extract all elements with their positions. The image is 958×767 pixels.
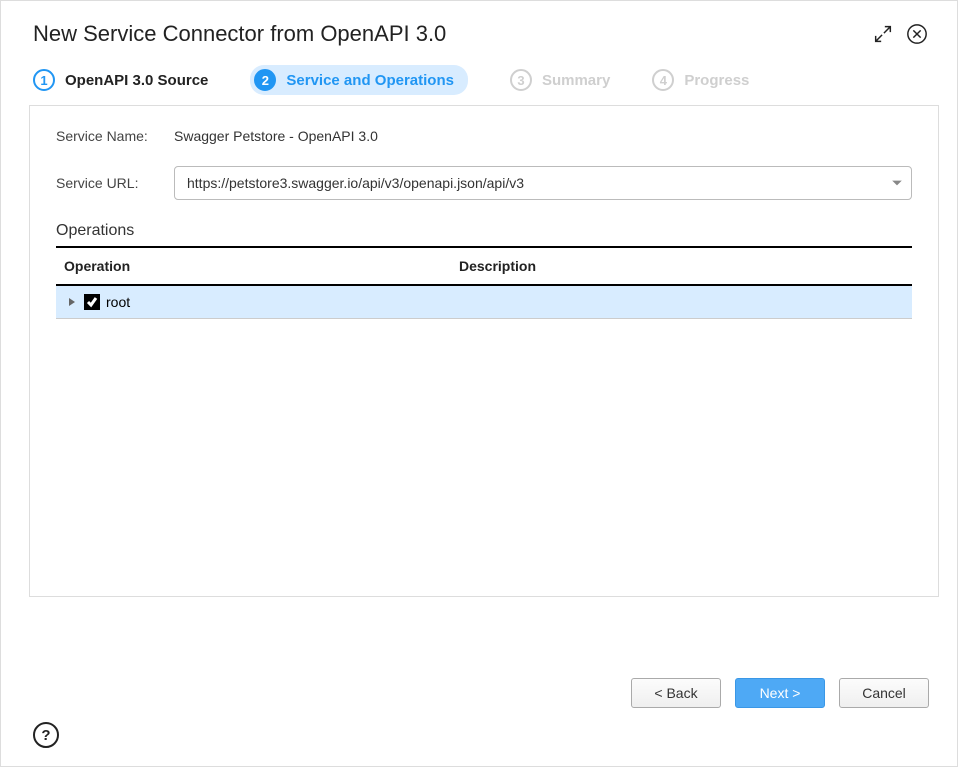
operation-label: root <box>106 294 130 310</box>
step-number: 1 <box>33 69 55 91</box>
dialog: New Service Connector from OpenAPI 3.0 1… <box>0 0 958 767</box>
step-label: OpenAPI 3.0 Source <box>65 72 208 89</box>
content-panel: Service Name: Swagger Petstore - OpenAPI… <box>29 105 939 597</box>
operations-table-header: Operation Description <box>56 248 912 286</box>
dialog-footer: < Back Next > Cancel <box>1 658 957 718</box>
wizard-step-source[interactable]: 1 OpenAPI 3.0 Source <box>33 69 208 91</box>
operations-section-label: Operations <box>56 222 912 240</box>
operations-row-root[interactable]: root <box>56 286 912 319</box>
next-button[interactable]: Next > <box>735 678 825 708</box>
service-name-row: Service Name: Swagger Petstore - OpenAPI… <box>56 128 912 144</box>
step-label: Summary <box>542 72 610 89</box>
panel-wrap: Service Name: Swagger Petstore - OpenAPI… <box>1 105 957 658</box>
chevron-down-icon <box>891 177 903 189</box>
dialog-title: New Service Connector from OpenAPI 3.0 <box>33 21 861 47</box>
expand-triangle-icon[interactable] <box>66 296 78 308</box>
service-name-label: Service Name: <box>56 128 174 144</box>
service-name-value: Swagger Petstore - OpenAPI 3.0 <box>174 128 912 144</box>
col-description-header: Description <box>459 258 904 274</box>
expand-icon[interactable] <box>871 22 895 46</box>
service-url-row: Service URL: https://petstore3.swagger.i… <box>56 166 912 200</box>
wizard-step-service-operations[interactable]: 2 Service and Operations <box>250 65 468 95</box>
checkbox-checked-icon[interactable] <box>84 294 100 310</box>
wizard-step-summary: 3 Summary <box>510 69 610 91</box>
back-button[interactable]: < Back <box>631 678 721 708</box>
step-number: 2 <box>254 69 276 91</box>
service-url-value: https://petstore3.swagger.io/api/v3/open… <box>187 175 891 191</box>
service-url-label: Service URL: <box>56 175 174 191</box>
help-icon[interactable]: ? <box>33 722 59 748</box>
step-label: Progress <box>684 72 749 89</box>
step-label: Service and Operations <box>286 72 454 89</box>
dialog-header: New Service Connector from OpenAPI 3.0 <box>1 1 957 61</box>
cancel-button[interactable]: Cancel <box>839 678 929 708</box>
wizard-steps: 1 OpenAPI 3.0 Source 2 Service and Opera… <box>1 61 957 105</box>
step-number: 3 <box>510 69 532 91</box>
help-area: ? <box>1 718 957 766</box>
close-icon[interactable] <box>905 22 929 46</box>
operations-table: Operation Description root <box>56 246 912 319</box>
wizard-step-progress: 4 Progress <box>652 69 749 91</box>
step-number: 4 <box>652 69 674 91</box>
col-operation-header: Operation <box>64 258 459 274</box>
service-url-combo[interactable]: https://petstore3.swagger.io/api/v3/open… <box>174 166 912 200</box>
